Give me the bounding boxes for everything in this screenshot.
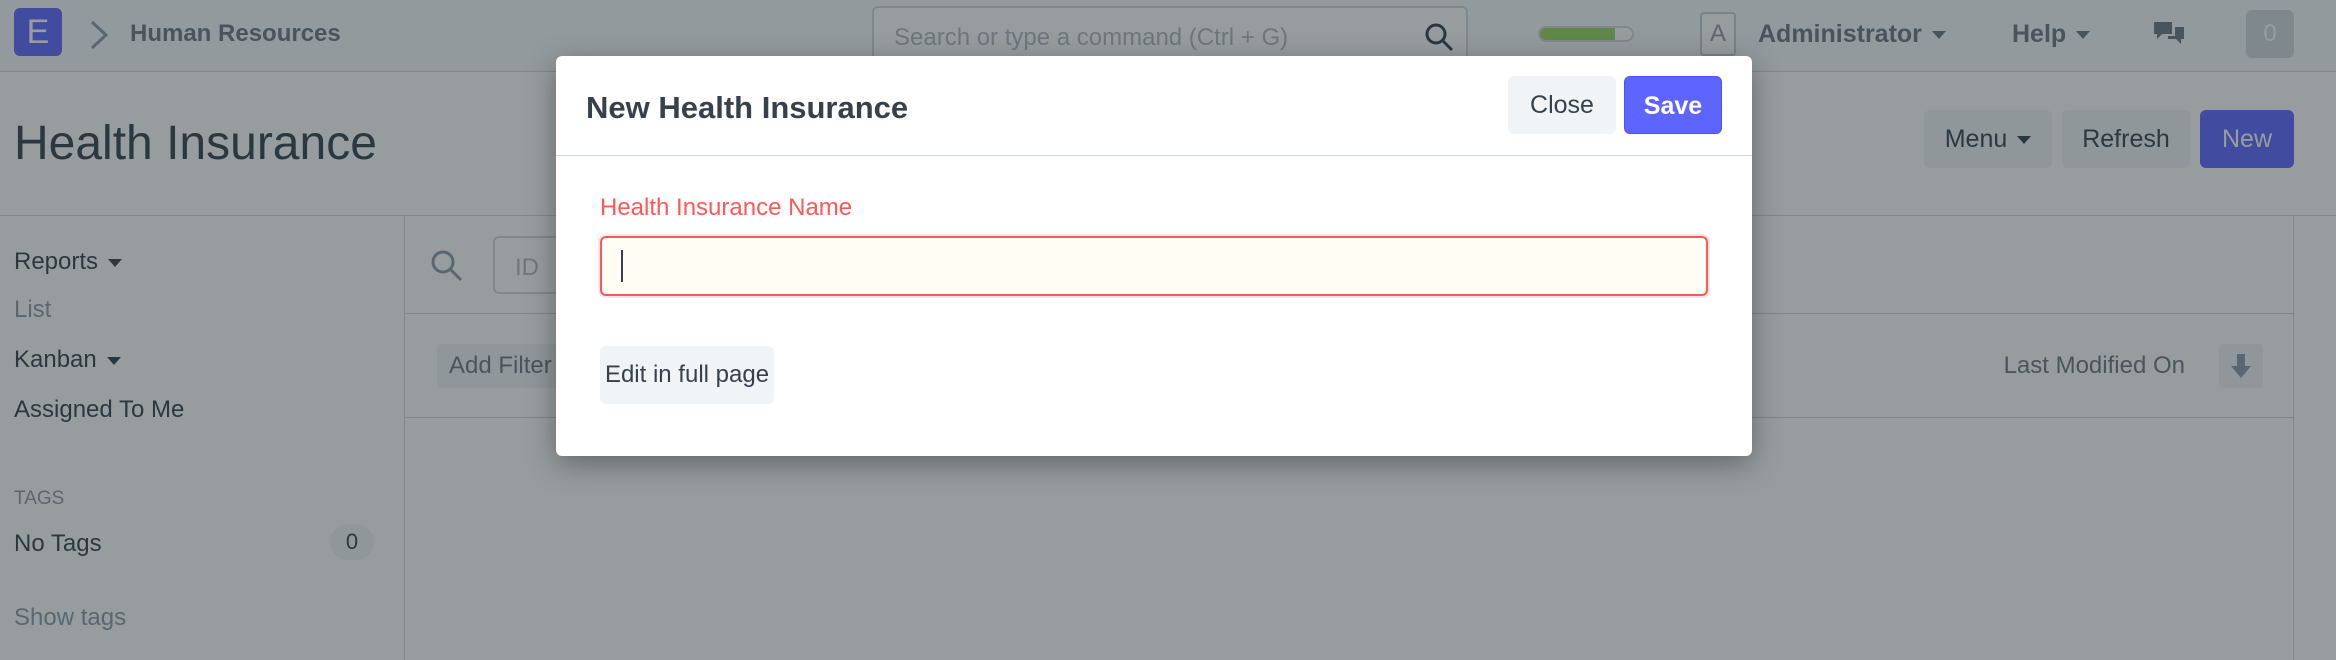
save-button[interactable]: Save — [1624, 76, 1722, 134]
edit-in-full-page-button[interactable]: Edit in full page — [600, 346, 774, 404]
modal-title: New Health Insurance — [586, 90, 909, 125]
health-insurance-name-input[interactable] — [600, 236, 1708, 296]
health-insurance-name-label: Health Insurance Name — [600, 194, 853, 221]
close-button[interactable]: Close — [1508, 76, 1616, 134]
text-cursor — [621, 250, 623, 282]
new-health-insurance-dialog: New Health Insurance Close Save Health I… — [556, 56, 1752, 456]
modal-header: New Health Insurance Close Save — [556, 56, 1752, 156]
